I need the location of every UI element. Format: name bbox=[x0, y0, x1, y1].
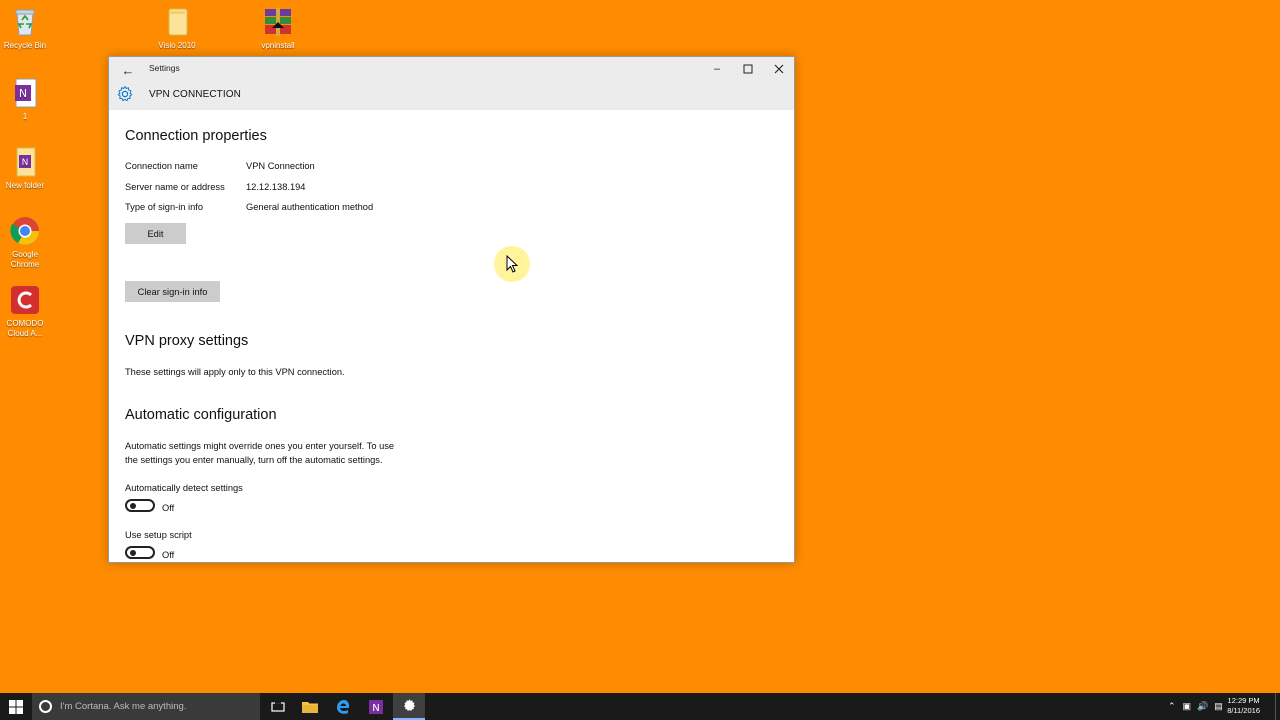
windows-start-icon[interactable] bbox=[0, 693, 32, 720]
gear-icon bbox=[116, 85, 134, 103]
search-placeholder: I'm Cortana. Ask me anything. bbox=[60, 701, 187, 712]
svg-text:N: N bbox=[372, 703, 379, 714]
taskbar-clock[interactable]: 12:29 PM 8/11/2016 bbox=[1227, 696, 1260, 716]
desktop-icon-label: Recycle Bin bbox=[3, 41, 47, 50]
svg-text:N: N bbox=[22, 158, 29, 168]
task-view-icon[interactable] bbox=[262, 693, 294, 720]
settings-content: Connection properties Connection name VP… bbox=[125, 110, 794, 562]
onenote-file-icon: N bbox=[9, 146, 41, 178]
automatic-configuration-description: Automatic settings might override ones y… bbox=[125, 440, 394, 467]
property-value: General authentication method bbox=[246, 202, 374, 212]
title-bar: ← Settings – VPN CONNECTION bbox=[109, 57, 794, 110]
description-line: the settings you enter manually, turn of… bbox=[125, 454, 383, 465]
setup-script-state: Off bbox=[162, 550, 175, 560]
auto-detect-toggle[interactable] bbox=[125, 499, 155, 512]
edit-button[interactable]: Edit bbox=[125, 223, 186, 244]
desktop-icon-comodo[interactable]: COMODO Cloud A... bbox=[0, 284, 58, 339]
clock-time: 12:29 PM bbox=[1227, 696, 1260, 705]
svg-text:N: N bbox=[19, 87, 27, 100]
window-title: Settings bbox=[149, 63, 180, 73]
show-desktop-button[interactable] bbox=[1275, 693, 1280, 720]
network-icon[interactable]: ▣ bbox=[1183, 701, 1192, 712]
mouse-pointer-icon bbox=[506, 254, 519, 278]
file-explorer-icon[interactable] bbox=[294, 693, 326, 720]
clear-sign-in-info-button[interactable]: Clear sign-in info bbox=[125, 281, 220, 302]
settings-taskbar-icon[interactable] bbox=[393, 693, 425, 720]
close-button[interactable] bbox=[764, 58, 794, 80]
property-label: Connection name bbox=[125, 161, 198, 171]
taskbar: I'm Cortana. Ask me anything. N ⌃ ▣ 🔊 ▤ … bbox=[0, 693, 1280, 720]
desktop-icon-visio[interactable]: Visio 2010 bbox=[144, 6, 210, 51]
connection-properties-heading: Connection properties bbox=[125, 128, 267, 144]
recycle-bin-icon bbox=[9, 6, 41, 38]
back-arrow-icon[interactable]: ← bbox=[117, 60, 139, 80]
toggle-knob bbox=[130, 503, 136, 509]
automatic-configuration-heading: Automatic configuration bbox=[125, 407, 277, 423]
desktop-icon-recycle-bin[interactable]: Recycle Bin bbox=[0, 6, 58, 51]
desktop-icon-label: vpninstall bbox=[261, 41, 295, 50]
clock-date: 8/11/2016 bbox=[1227, 706, 1260, 715]
onenote-taskbar-icon[interactable]: N bbox=[360, 693, 392, 720]
show-hidden-icons-chevron-icon[interactable]: ⌃ bbox=[1168, 701, 1176, 712]
folder-icon bbox=[161, 6, 193, 38]
property-label: Server name or address bbox=[125, 182, 225, 192]
desktop-icon-label: New folder bbox=[5, 181, 45, 190]
comodo-icon bbox=[9, 284, 41, 316]
volume-icon[interactable]: 🔊 bbox=[1197, 701, 1208, 712]
maximize-button[interactable] bbox=[733, 58, 763, 80]
setup-script-label: Use setup script bbox=[125, 530, 192, 540]
settings-window: ← Settings – VPN CONNECTION Connection p… bbox=[108, 56, 795, 563]
vpn-proxy-heading: VPN proxy settings bbox=[125, 333, 249, 349]
page-title: VPN CONNECTION bbox=[149, 89, 241, 100]
winrar-archive-icon bbox=[262, 6, 294, 38]
property-label: Type of sign-in info bbox=[125, 202, 204, 212]
desktop-icon-chrome[interactable]: Google Chrome bbox=[0, 215, 58, 270]
desktop-icon-label: Visio 2010 bbox=[158, 41, 196, 50]
edge-browser-icon[interactable] bbox=[327, 693, 359, 720]
cortana-icon bbox=[39, 700, 52, 713]
description-line: Automatic settings might override ones y… bbox=[125, 441, 395, 451]
chrome-icon bbox=[9, 215, 41, 247]
cortana-search-box[interactable]: I'm Cortana. Ask me anything. bbox=[32, 693, 260, 720]
desktop-icon-label: COMODO Cloud A... bbox=[6, 319, 44, 338]
onenote-file-icon: N bbox=[9, 77, 41, 109]
setup-script-toggle[interactable] bbox=[125, 546, 155, 559]
property-value: 12.12.138.194 bbox=[246, 182, 306, 192]
vpn-proxy-description: These settings will apply only to this V… bbox=[125, 367, 345, 377]
desktop-icon-label: 1 bbox=[22, 112, 28, 121]
auto-detect-label: Automatically detect settings bbox=[125, 483, 243, 493]
desktop-icon-vpninstall[interactable]: vpninstall bbox=[245, 6, 311, 51]
toggle-knob bbox=[130, 550, 136, 556]
system-tray: ⌃ ▣ 🔊 ▤ bbox=[1168, 693, 1223, 720]
desktop-icon-new-folder[interactable]: N New folder bbox=[0, 146, 58, 191]
auto-detect-state: Off bbox=[162, 503, 175, 513]
action-center-icon[interactable]: ▤ bbox=[1214, 701, 1223, 712]
minimize-button[interactable]: – bbox=[702, 58, 732, 80]
desktop-icon-label: Google Chrome bbox=[10, 250, 40, 269]
property-value: VPN Connection bbox=[246, 161, 315, 171]
desktop-icon-1[interactable]: N 1 bbox=[0, 77, 58, 122]
